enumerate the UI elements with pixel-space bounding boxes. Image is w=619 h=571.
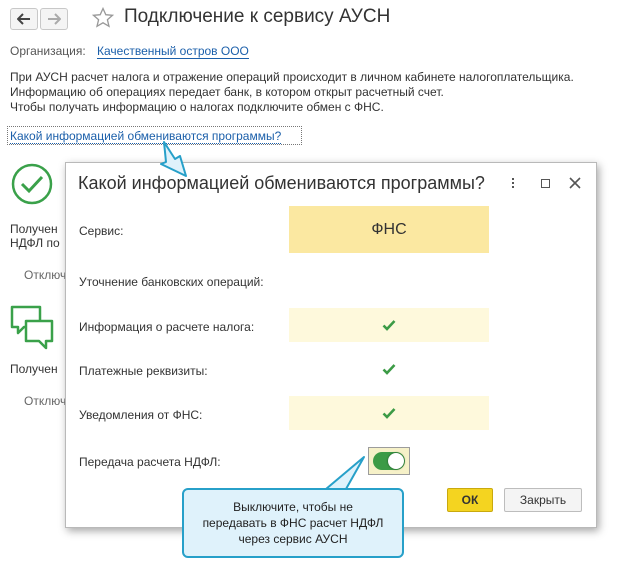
tooltip-callout: Выключите, чтобы не передавать в ФНС рас… [182, 488, 404, 558]
maximize-icon[interactable] [541, 179, 550, 188]
organization-link[interactable]: Качественный остров ООО [97, 44, 249, 59]
ok-button[interactable]: ОК [447, 488, 493, 512]
bg-item1-line2: НДФЛ по [10, 236, 60, 250]
cell-payment-details [289, 352, 489, 386]
column-header-fns: ФНС [289, 206, 489, 253]
page-title: Подключение к сервису АУСН [124, 6, 391, 27]
organization-label: Организация: [10, 44, 86, 58]
chat-bubbles-icon [10, 305, 54, 350]
row-label-payment-details: Платежные реквизиты: [79, 364, 208, 378]
row-label-service: Сервис: [79, 224, 124, 238]
description: При АУСН расчет налога и отражение опера… [10, 70, 610, 115]
row-label-fns-notifications: Уведомления от ФНС: [79, 408, 203, 422]
bg-item2-status[interactable]: Отключ [24, 394, 66, 408]
cell-tax-calculation [289, 308, 489, 342]
forward-button[interactable] [40, 8, 68, 30]
back-button[interactable] [10, 8, 38, 30]
close-icon[interactable] [568, 176, 582, 190]
star-icon[interactable] [92, 7, 114, 29]
checkmark-icon [382, 408, 396, 419]
bg-item1-status[interactable]: Отключ [24, 268, 66, 282]
arrow-left-icon [17, 13, 30, 25]
row-label-ndfl-transfer: Передача расчета НДФЛ: [79, 455, 221, 469]
tooltip-line: передавать в ФНС расчет НДФЛ [202, 516, 384, 530]
ndfl-transfer-toggle[interactable] [373, 452, 405, 470]
cell-fns-notifications [289, 396, 489, 430]
more-vertical-icon[interactable] [511, 178, 515, 190]
bg-item2-line1: Получен [10, 362, 58, 376]
help-link[interactable]: Какой информацией обмениваются программы… [10, 129, 282, 144]
arrow-right-icon [48, 13, 61, 25]
tooltip-line: Выключите, чтобы не [233, 500, 353, 514]
close-button[interactable]: Закрыть [504, 488, 582, 512]
bg-item1-line1: Получен [10, 222, 58, 236]
toggle-knob [388, 453, 404, 469]
row-label-tax-calculation: Информация о расчете налога: [79, 320, 255, 334]
row-label-bank-operations: Уточнение банковских операций: [79, 275, 264, 289]
callout-arrow-icon [160, 141, 187, 177]
description-line: Информацию об операциях передает банк, в… [10, 85, 444, 99]
tooltip-line: через сервис АУСН [238, 532, 348, 546]
dialog-title: Какой информацией обмениваются программы… [78, 173, 485, 193]
ndfl-toggle-frame [368, 447, 410, 475]
check-circle-icon [11, 163, 53, 205]
checkmark-icon [382, 364, 396, 375]
description-line: Чтобы получать информацию о налогах подк… [10, 100, 384, 114]
checkmark-icon [382, 320, 396, 331]
description-line: При АУСН расчет налога и отражение опера… [10, 70, 574, 84]
